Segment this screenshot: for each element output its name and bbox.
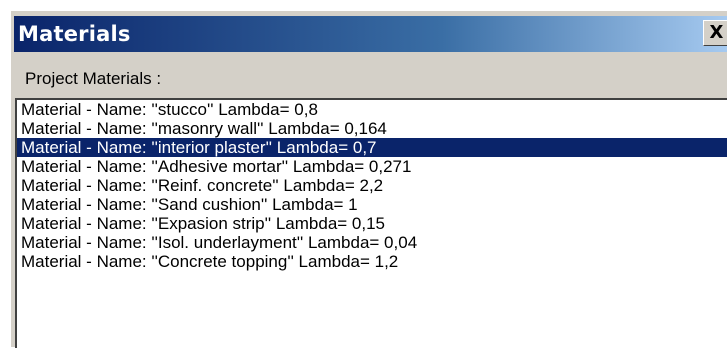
- materials-dialog: Materials X Project Materials : Material…: [10, 10, 727, 348]
- list-item[interactable]: Material - Name: ''Sand cushion'' Lambda…: [17, 195, 727, 214]
- close-icon: X: [709, 22, 724, 43]
- list-item[interactable]: Material - Name: ''Reinf. concrete'' Lam…: [17, 176, 727, 195]
- list-item[interactable]: Material - Name: ''Adhesive mortar'' Lam…: [17, 157, 727, 176]
- list-item[interactable]: Material - Name: ''stucco'' Lambda= 0,8: [17, 100, 727, 119]
- list-item[interactable]: Material - Name: ''Expasion strip'' Lamb…: [17, 214, 727, 233]
- title-bar[interactable]: Materials X: [14, 16, 727, 52]
- list-item[interactable]: Material - Name: ''Concrete topping'' La…: [17, 252, 727, 271]
- window-title: Materials: [18, 22, 131, 46]
- close-button[interactable]: X: [703, 20, 727, 46]
- project-materials-label: Project Materials :: [25, 69, 162, 88]
- list-item[interactable]: Material - Name: ''Isol. underlayment'' …: [17, 233, 727, 252]
- list-item[interactable]: Material - Name: ''masonry wall'' Lambda…: [17, 119, 727, 138]
- materials-listbox[interactable]: Material - Name: ''stucco'' Lambda= 0,8 …: [15, 98, 727, 348]
- list-item-selected[interactable]: Material - Name: ''interior plaster'' La…: [17, 138, 727, 157]
